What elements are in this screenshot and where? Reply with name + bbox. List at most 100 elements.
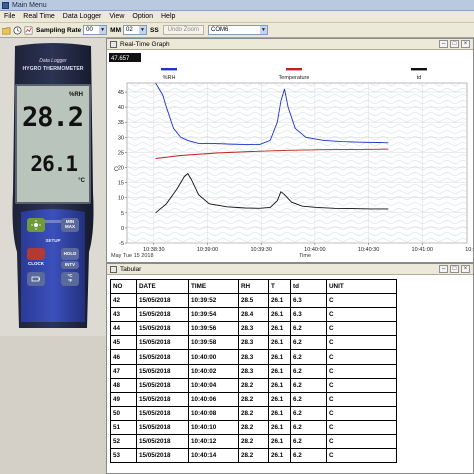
cell-unit: C (326, 448, 397, 464)
rh-select-button[interactable] (27, 272, 45, 286)
minimize-button[interactable]: – (439, 40, 448, 48)
y-axis-unit-label: C (114, 167, 119, 173)
clock-icon[interactable] (13, 26, 22, 35)
menu-view[interactable]: View (105, 13, 128, 20)
chevron-down-icon: ▼ (139, 26, 146, 34)
open-folder-icon[interactable] (2, 26, 11, 35)
table-row[interactable]: 50 15/05/2018 10:40:08 28.2 26.1 6.2 C (110, 405, 397, 421)
column-header-unit[interactable]: UNIT (326, 278, 397, 295)
lcd-reading-temp: 26.1 (30, 152, 78, 176)
cell-td: 6.2 (290, 349, 327, 365)
hygro-thermometer-image: Data Logger HYGRO THERMOMETER %RH 28.2 2… (9, 42, 97, 330)
cell-t: 26.1 (268, 434, 291, 450)
undo-zoom-button[interactable]: Undo Zoom (162, 25, 205, 35)
table-row[interactable]: 44 15/05/2018 10:39:56 28.3 26.1 6.2 C (110, 321, 397, 337)
legend-swatch (161, 68, 177, 71)
intv-button[interactable]: INTV (61, 261, 79, 269)
cell-t: 26.1 (268, 363, 291, 379)
close-button[interactable]: × (461, 265, 470, 273)
table-row[interactable]: 42 15/05/2018 10:39:52 28.5 26.1 6.3 C (110, 293, 397, 309)
cell-no: 48 (110, 377, 137, 393)
column-header-time[interactable]: TIME (188, 278, 239, 295)
cell-date: 15/05/2018 (136, 448, 189, 464)
cell-unit: C (326, 419, 397, 436)
title-bar: Main Menu (0, 0, 474, 11)
cell-td: 6.3 (290, 293, 327, 309)
table-row[interactable]: 46 15/05/2018 10:40:00 28.3 26.1 6.2 C (110, 349, 397, 365)
cell-date: 15/05/2018 (136, 293, 189, 309)
toolbar: Sampling Rate 00 ▼ MM 02 ▼ SS Undo Zoom … (0, 23, 474, 38)
sampling-hour-select[interactable]: 00 ▼ (83, 25, 108, 35)
menu-option[interactable]: Option (128, 13, 157, 20)
port-select[interactable]: COM6 ▼ (208, 25, 269, 35)
rec-button[interactable] (27, 248, 45, 260)
cell-t: 26.1 (268, 405, 291, 421)
cell-time: 10:40:10 (188, 419, 239, 436)
hold-button[interactable]: HOLD (61, 248, 79, 260)
cell-t: 26.1 (268, 448, 291, 464)
menu-real-time[interactable]: Real Time (19, 13, 59, 20)
menu-data-logger[interactable]: Data Logger (59, 13, 106, 20)
cell-no: 43 (110, 307, 137, 323)
tabular-window: Tabular – □ × NO DATE TIME RH T td UNIT … (106, 263, 474, 474)
data-table: NO DATE TIME RH T td UNIT 42 15/05/2018 10… (110, 278, 397, 464)
column-header-no[interactable]: NO (110, 278, 137, 295)
column-header-rh[interactable]: RH (238, 278, 269, 295)
meter-brand-line2: HYGRO THERMOMETER (22, 66, 84, 72)
legend-swatch (286, 68, 302, 71)
cell-no: 47 (110, 363, 137, 379)
window-icon (110, 40, 117, 48)
app-icon (2, 1, 9, 9)
meter-brand-line1: Data Logger (39, 58, 67, 64)
graph-window-titlebar: Real-Time Graph – □ × (107, 39, 473, 50)
battery-icon (31, 276, 40, 282)
x-tick-label: 10:39:30 (250, 247, 271, 253)
sampling-minute-select[interactable]: 02 ▼ (123, 25, 147, 35)
chart-icon[interactable] (24, 26, 33, 35)
min-max-button[interactable]: MIN MAX (61, 218, 79, 232)
table-row[interactable]: 52 15/05/2018 10:40:12 28.2 26.1 6.2 C (110, 434, 397, 450)
table-row[interactable]: 51 15/05/2018 10:40:10 28.2 26.1 6.2 C (110, 419, 397, 436)
cell-no: 42 (110, 293, 137, 309)
close-button[interactable]: × (461, 40, 470, 48)
table-row[interactable]: 43 15/05/2018 10:39:54 28.4 26.1 6.3 C (110, 307, 397, 323)
mm-label: MM (110, 26, 121, 34)
column-header-t[interactable]: T (268, 278, 291, 295)
column-header-date[interactable]: DATE (136, 278, 189, 295)
sampling-hour-value: 00 (86, 27, 93, 33)
cell-date: 15/05/2018 (136, 349, 189, 365)
maximize-button[interactable]: □ (450, 40, 459, 48)
table-row[interactable]: 45 15/05/2018 10:39:58 28.3 26.1 6.2 C (110, 335, 397, 351)
legend-label: %RH (163, 75, 176, 81)
legend-label: td (417, 75, 422, 81)
cell-no: 45 (110, 335, 137, 351)
cell-rh: 28.3 (238, 363, 269, 379)
menu-help[interactable]: Help (157, 13, 179, 20)
sun-icon (31, 220, 41, 230)
maximize-button[interactable]: □ (450, 265, 459, 273)
c-f-button[interactable]: °C °F (61, 272, 79, 286)
column-header-td[interactable]: td (290, 278, 327, 295)
real-time-graph-window: Real-Time Graph – □ × 47.657 %RH Temperat… (106, 38, 474, 263)
cell-td: 6.2 (290, 377, 327, 393)
table-row[interactable]: 47 15/05/2018 10:40:02 28.3 26.1 6.2 C (110, 363, 397, 379)
table-row[interactable]: 49 15/05/2018 10:40:06 28.2 26.1 6.2 C (110, 391, 397, 407)
real-time-chart[interactable]: 47.657 %RH Temperature td -5 0 5 10 15 20 25 30 35… (107, 51, 473, 263)
menu-file[interactable]: File (0, 13, 19, 20)
cell-no: 46 (110, 349, 137, 365)
cell-date: 15/05/2018 (136, 321, 189, 337)
cell-td: 6.2 (290, 419, 327, 436)
cell-time: 10:39:54 (188, 307, 239, 323)
cell-time: 10:40:14 (188, 448, 239, 464)
empty-panel-area (0, 336, 106, 474)
cell-rh: 28.2 (238, 377, 269, 393)
table-row[interactable]: 53 15/05/2018 10:40:14 28.2 26.1 6.2 C (110, 448, 397, 464)
minimize-button[interactable]: – (439, 265, 448, 273)
light-button[interactable] (27, 218, 45, 232)
cell-t: 26.1 (268, 335, 291, 351)
cell-time: 10:40:08 (188, 405, 239, 421)
cell-unit: C (326, 391, 397, 407)
cell-td: 6.2 (290, 363, 327, 379)
table-row[interactable]: 48 15/05/2018 10:40:04 28.2 26.1 6.2 C (110, 377, 397, 393)
x-tick-label: 10:41:30 (465, 247, 473, 253)
